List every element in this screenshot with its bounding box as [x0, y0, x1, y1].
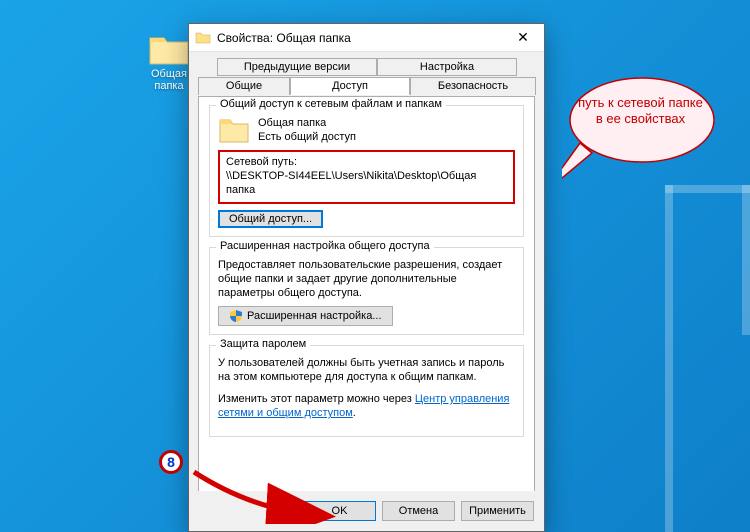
shield-icon: [229, 309, 243, 323]
shared-folder-status: Есть общий доступ: [258, 130, 356, 144]
share-button[interactable]: Общий доступ...: [218, 210, 323, 228]
network-path-label: Сетевой путь:: [226, 155, 507, 169]
group-title: Защита паролем: [216, 338, 310, 350]
close-button[interactable]: ✕: [502, 24, 544, 52]
network-path-value[interactable]: \\DESKTOP-SI44EEL\Users\Nikita\Desktop\О…: [226, 169, 507, 197]
tab-security[interactable]: Безопасность: [410, 77, 536, 95]
folder-icon: [195, 30, 211, 46]
properties-dialog: Свойства: Общая папка ✕ Предыдущие верси…: [188, 23, 545, 532]
group-title: Расширенная настройка общего доступа: [216, 240, 434, 252]
tab-settings[interactable]: Настройка: [377, 58, 517, 76]
protect-line2: Изменить этот параметр можно через Центр…: [218, 392, 515, 420]
advanced-settings-button[interactable]: Расширенная настройка...: [218, 306, 393, 326]
dialog-title: Свойства: Общая папка: [217, 31, 502, 45]
network-path-box: Сетевой путь: \\DESKTOP-SI44EEL\Users\Ni…: [218, 150, 515, 204]
step-badge: 8: [159, 450, 183, 474]
shared-folder-icon: [218, 116, 250, 144]
folder-icon: [148, 32, 190, 66]
tab-general[interactable]: Общие: [198, 77, 290, 95]
titlebar[interactable]: Свойства: Общая папка ✕: [189, 24, 544, 52]
apply-button[interactable]: Применить: [461, 501, 534, 521]
arrow-annotation: [186, 464, 346, 524]
cancel-button[interactable]: Отмена: [382, 501, 455, 521]
password-protection-group: Защита паролем У пользователей должны бы…: [209, 345, 524, 437]
network-sharing-group: Общий доступ к сетевым файлам и папкам О…: [209, 105, 524, 237]
callout-text: путь к сетевой папке в ее свойствах: [578, 95, 703, 127]
advanced-sharing-group: Расширенная настройка общего доступа Пре…: [209, 247, 524, 335]
protect-line1: У пользователей должны быть учетная запи…: [218, 356, 515, 384]
group-title: Общий доступ к сетевым файлам и папкам: [216, 98, 446, 110]
tab-previous-versions[interactable]: Предыдущие версии: [217, 58, 377, 76]
advanced-desc: Предоставляет пользовательские разрешени…: [218, 258, 515, 300]
tab-access[interactable]: Доступ: [290, 77, 410, 95]
shared-folder-name: Общая папка: [258, 116, 356, 130]
annotation-callout: путь к сетевой папке в ее свойствах: [562, 75, 712, 165]
